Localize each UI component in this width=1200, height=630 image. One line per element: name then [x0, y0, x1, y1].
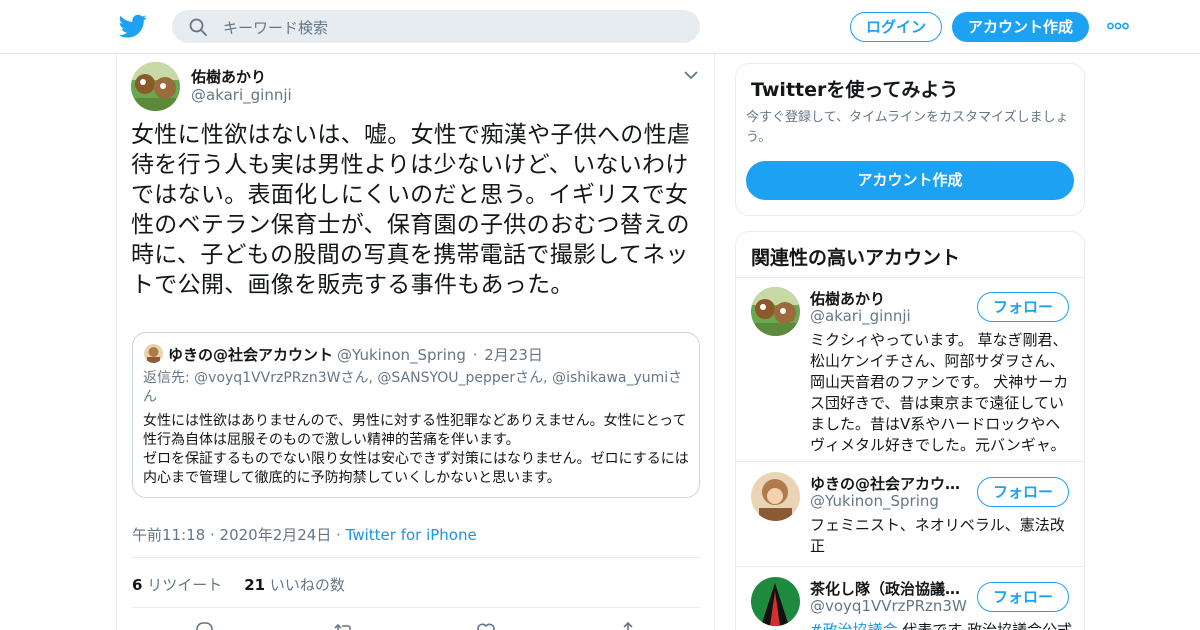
follow-button[interactable]: フォロー — [977, 292, 1069, 322]
chevron-down-icon[interactable] — [683, 69, 699, 81]
author-avatar[interactable] — [131, 62, 180, 111]
reply-prefix: 返信先: — [143, 370, 195, 386]
promo-title: Twitterを使ってみよう — [751, 79, 959, 101]
related-title: 関連性の高いアカウント — [751, 247, 961, 269]
account-name[interactable]: 佑樹あかり — [810, 288, 970, 309]
follow-button[interactable]: フォロー — [977, 477, 1069, 507]
reply-icon[interactable] — [193, 620, 215, 630]
like-icon[interactable] — [475, 620, 497, 630]
quoted-date-sep: · — [467, 346, 483, 364]
retweet-count[interactable]: 6 — [132, 576, 142, 594]
signup-promo-card: Twitterを使ってみよう 今すぐ登録して、タイムラインをカスタマイズしましょ… — [735, 63, 1085, 216]
related-accounts-card: 関連性の高いアカウント 佑樹あかり @akari_ginnji フォロー ミクシ… — [735, 231, 1085, 630]
divider — [736, 566, 1084, 567]
quoted-tweet[interactable]: ゆきの@社会アカウント @Yukinon_Spring · 2月23日 返信先: … — [132, 332, 700, 498]
retweet-label[interactable]: リツイート — [142, 576, 222, 594]
account-bio: フェミニスト、ネオリベラル、憲法改正 — [810, 516, 1065, 555]
login-button[interactable]: ログイン — [850, 12, 942, 42]
quoted-reply-to: 返信先: @voyq1VVrzPRzn3Wさん, @SANSYOU_pepper… — [143, 369, 689, 407]
tweet-source[interactable]: Twitter for iPhone — [346, 526, 477, 544]
like-label[interactable]: いいねの数 — [265, 576, 345, 594]
signup-button[interactable]: アカウント作成 — [952, 12, 1089, 42]
quoted-author-name: ゆきの@社会アカウント — [168, 346, 334, 364]
account-bio: ミクシィやっています。 草なぎ剛君、松山ケンイチさん、阿部サダヲさん、岡山天音君… — [810, 331, 1069, 454]
tweet-metadata: 午前11:18 · 2020年2月24日 · Twitter for iPhon… — [132, 524, 477, 545]
account-avatar[interactable] — [751, 287, 800, 336]
quoted-text: 女性には性欲はありませんので、男性に対する性犯罪などありえません。女性にとって性… — [143, 413, 689, 486]
account-avatar[interactable] — [751, 472, 800, 521]
tweet-timestamp[interactable]: 午前11:18 · 2020年2月24日 — [132, 526, 331, 544]
tweet-stats: 6 リツイート 21 いいねの数 — [132, 574, 345, 595]
author-handle[interactable]: @akari_ginnji — [191, 86, 292, 104]
author-name[interactable]: 佑樹あかり — [191, 66, 266, 87]
account-name[interactable]: ゆきの@社会アカウ… — [810, 473, 970, 494]
more-options-icon[interactable] — [1107, 22, 1129, 30]
twitter-bird-icon[interactable] — [118, 12, 148, 40]
tweet-detail: 佑樹あかり @akari_ginnji 女性に性欲はないは、嘘。女性で痴漢や子供… — [116, 54, 715, 630]
account-bio: #政治協議会 代表です 政治協議会公式 — [810, 620, 1072, 630]
search-icon — [189, 18, 207, 36]
source-separator: · — [331, 526, 346, 544]
account-handle[interactable]: @akari_ginnji — [810, 307, 911, 325]
account-handle[interactable]: @Yukinon_Spring — [810, 492, 939, 510]
divider — [736, 277, 1084, 278]
reply-to-users: @voyq1VVrzPRzn3Wさん, @SANSYOU_pepperさん, @… — [143, 370, 683, 405]
account-name[interactable]: 茶化し隊（政治協議… — [810, 578, 970, 599]
promo-signup-button[interactable]: アカウント作成 — [746, 161, 1074, 200]
quoted-author-avatar — [144, 344, 163, 363]
search-bar[interactable]: キーワード検索 — [172, 10, 700, 43]
top-navigation-bar: キーワード検索 ログイン アカウント作成 — [0, 0, 1200, 54]
account-bio-text: 代表です 政治協議会公式 — [897, 621, 1073, 630]
divider — [132, 557, 700, 558]
account-avatar[interactable] — [751, 577, 800, 626]
search-input[interactable]: キーワード検索 — [223, 17, 328, 38]
tweet-text: 女性に性欲はないは、嘘。女性で痴漢や子供への性虐待を行う人も実は男性よりは少ない… — [131, 122, 691, 298]
divider — [132, 607, 700, 608]
quoted-date: 2月23日 — [484, 346, 543, 364]
quoted-header: ゆきの@社会アカウント @Yukinon_Spring · 2月23日 — [168, 344, 543, 365]
share-icon[interactable] — [617, 620, 639, 630]
retweet-icon[interactable] — [333, 620, 355, 630]
like-count[interactable]: 21 — [244, 576, 265, 594]
hashtag-link[interactable]: #政治協議会 — [810, 621, 898, 630]
promo-text: 今すぐ登録して、タイムラインをカスタマイズしましょう。 — [746, 110, 1069, 145]
follow-button[interactable]: フォロー — [977, 582, 1069, 612]
quoted-author-handle: @Yukinon_Spring — [337, 346, 466, 364]
divider — [736, 461, 1084, 462]
account-handle[interactable]: @voyq1VVrzPRzn3W — [810, 597, 967, 615]
